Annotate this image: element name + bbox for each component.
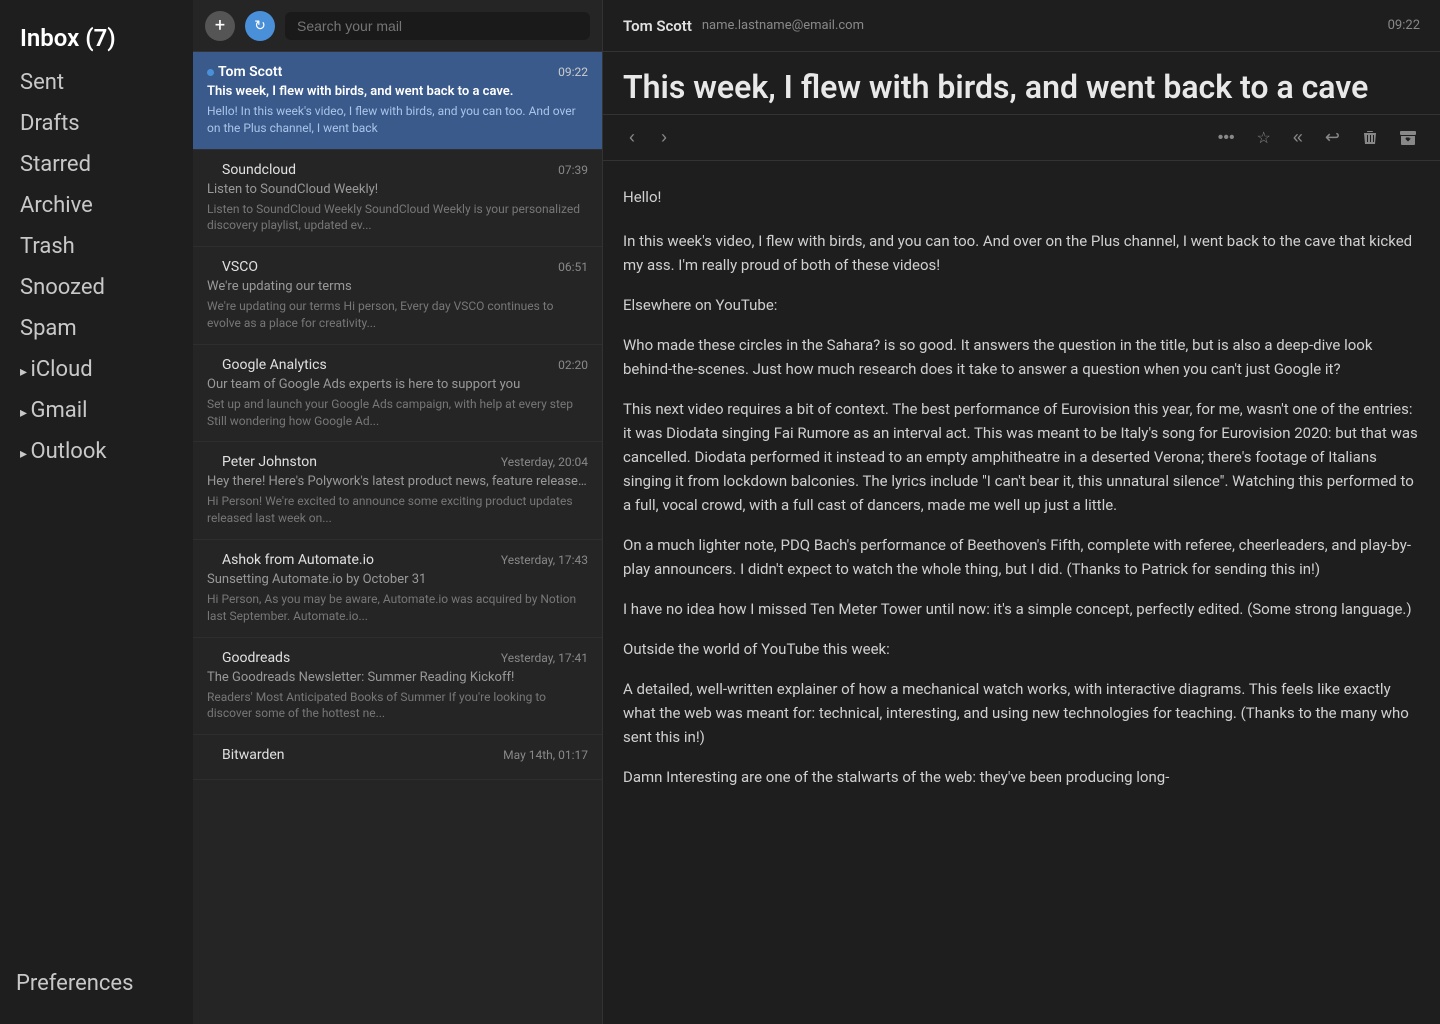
email-item-header: Peter Johnston Yesterday, 20:04 (207, 454, 588, 470)
email-preview: Hello! In this week's video, I flew with… (207, 103, 588, 137)
email-paragraph: I have no idea how I missed Ten Meter To… (623, 597, 1420, 621)
email-list-item[interactable]: Goodreads Yesterday, 17:41 The Goodreads… (193, 638, 602, 736)
email-time: 07:39 (558, 163, 588, 177)
email-item-header: Ashok from Automate.io Yesterday, 17:43 (207, 552, 588, 568)
email-list-header: + ↻ (193, 0, 602, 52)
email-list-item[interactable]: Bitwarden May 14th, 01:17 (193, 735, 602, 780)
email-time: 06:51 (558, 260, 588, 274)
sidebar-item-sent[interactable]: Sent (4, 64, 189, 101)
sidebar-item-spam[interactable]: Spam (4, 310, 189, 347)
delete-button[interactable] (1358, 126, 1382, 150)
email-time: Yesterday, 20:04 (501, 455, 588, 469)
sidebar-item-preferences[interactable]: Preferences (0, 959, 193, 1008)
email-preview: We're updating our terms Hi person, Ever… (207, 298, 588, 332)
email-detail-header: Tom Scott name.lastname@email.com 09:22 (603, 0, 1440, 52)
email-preview: Hi Person! We're excited to announce som… (207, 493, 588, 527)
email-list-item[interactable]: Peter Johnston Yesterday, 20:04 Hey ther… (193, 442, 602, 540)
email-time: Yesterday, 17:41 (501, 651, 588, 665)
email-item-header: Goodreads Yesterday, 17:41 (207, 650, 588, 666)
email-list-item[interactable]: Soundcloud 07:39 Listen to SoundCloud We… (193, 150, 602, 248)
reply-button[interactable]: ↩ (1321, 123, 1344, 152)
email-paragraph: In this week's video, I flew with birds,… (623, 229, 1420, 277)
email-item-header: Google Analytics 02:20 (207, 357, 588, 373)
email-list: Tom Scott 09:22 This week, I flew with b… (193, 52, 602, 1024)
email-item-header: VSCO 06:51 (207, 259, 588, 275)
email-time-detail: 09:22 (1388, 18, 1420, 33)
email-sender: Ashok from Automate.io (207, 552, 374, 568)
email-sender: Google Analytics (207, 357, 327, 373)
email-item-header: Soundcloud 07:39 (207, 162, 588, 178)
email-sender: VSCO (207, 259, 258, 275)
email-list-item[interactable]: Google Analytics 02:20 Our team of Googl… (193, 345, 602, 443)
next-email-button[interactable]: › (655, 125, 673, 150)
email-paragraph: Outside the world of YouTube this week: (623, 637, 1420, 661)
email-paragraph: Who made these circles in the Sahara? is… (623, 333, 1420, 381)
email-sender: Tom Scott (207, 64, 282, 80)
email-subject: Our team of Google Ads experts is here t… (207, 377, 588, 392)
email-time: May 14th, 01:17 (503, 748, 588, 762)
email-paragraph: A detailed, well-written explainer of ho… (623, 677, 1420, 749)
sidebar-item-starred[interactable]: Starred (4, 146, 189, 183)
refresh-button[interactable]: ↻ (245, 11, 275, 41)
email-subject: Listen to SoundCloud Weekly! (207, 182, 588, 197)
more-button[interactable]: ••• (1214, 125, 1239, 151)
search-input[interactable] (285, 12, 590, 40)
email-greeting: Hello! (623, 185, 1420, 209)
email-list-item[interactable]: VSCO 06:51 We're updating our terms We'r… (193, 247, 602, 345)
email-preview: Listen to SoundCloud Weekly SoundCloud W… (207, 201, 588, 235)
email-sender: Peter Johnston (207, 454, 317, 470)
email-preview: Readers' Most Anticipated Books of Summe… (207, 689, 588, 723)
email-subject: Hey there! Here's Polywork's latest prod… (207, 474, 588, 489)
email-subject: The Goodreads Newsletter: Summer Reading… (207, 670, 588, 685)
email-time: 09:22 (558, 65, 588, 79)
sidebar-item-inbox[interactable]: Inbox (7) (4, 18, 189, 58)
email-detail-subject: This week, I flew with birds, and went b… (623, 68, 1420, 106)
email-list-panel: + ↻ Tom Scott 09:22 This week, I flew wi… (193, 0, 603, 1024)
sidebar-item-snoozed[interactable]: Snoozed (4, 269, 189, 306)
email-sender: Soundcloud (207, 162, 296, 178)
unread-dot (207, 69, 214, 76)
email-time: Yesterday, 17:43 (501, 553, 588, 567)
email-paragraph: This next video requires a bit of contex… (623, 397, 1420, 517)
email-subject-bar: This week, I flew with birds, and went b… (603, 52, 1440, 115)
email-list-item[interactable]: Ashok from Automate.io Yesterday, 17:43 … (193, 540, 602, 638)
from-name: Tom Scott (623, 17, 692, 35)
email-paragraph: Elsewhere on YouTube: (623, 293, 1420, 317)
email-subject: This week, I flew with birds, and went b… (207, 84, 588, 99)
email-preview: Set up and launch your Google Ads campai… (207, 396, 588, 430)
prev-email-button[interactable]: ‹ (623, 125, 641, 150)
sidebar: Inbox (7) Sent Drafts Starred Archive Tr… (0, 0, 193, 1024)
email-paragraph: Damn Interesting are one of the stalwart… (623, 765, 1420, 789)
email-sender: Goodreads (207, 650, 290, 666)
email-detail-panel: Tom Scott name.lastname@email.com 09:22 … (603, 0, 1440, 1024)
email-toolbar: ‹ › ••• ☆ « ↩ (603, 115, 1440, 161)
email-subject: Sunsetting Automate.io by October 31 (207, 572, 588, 587)
email-subject: We're updating our terms (207, 279, 588, 294)
email-preview: Hi Person, As you may be aware, Automate… (207, 591, 588, 625)
sidebar-item-gmail[interactable]: Gmail (4, 392, 189, 429)
sidebar-item-trash[interactable]: Trash (4, 228, 189, 265)
star-button[interactable]: ☆ (1253, 124, 1275, 152)
sidebar-item-icloud[interactable]: iCloud (4, 351, 189, 388)
email-paragraph: On a much lighter note, PDQ Bach's perfo… (623, 533, 1420, 581)
reply-all-button[interactable]: « (1289, 123, 1307, 152)
email-list-item[interactable]: Tom Scott 09:22 This week, I flew with b… (193, 52, 602, 150)
email-item-header: Bitwarden May 14th, 01:17 (207, 747, 588, 763)
sidebar-item-archive[interactable]: Archive (4, 187, 189, 224)
email-item-header: Tom Scott 09:22 (207, 64, 588, 80)
sidebar-item-drafts[interactable]: Drafts (4, 105, 189, 142)
email-time: 02:20 (558, 358, 588, 372)
email-body: Hello! In this week's video, I flew with … (603, 161, 1440, 1024)
email-sender: Bitwarden (207, 747, 285, 763)
compose-button[interactable]: + (205, 11, 235, 41)
archive-button[interactable] (1396, 126, 1420, 150)
from-email: name.lastname@email.com (702, 18, 864, 33)
sidebar-item-outlook[interactable]: Outlook (4, 433, 189, 470)
email-from-info: Tom Scott name.lastname@email.com (623, 17, 864, 35)
